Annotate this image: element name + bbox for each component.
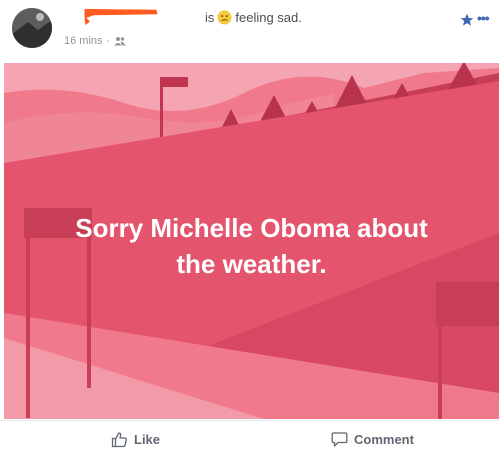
sad-face-icon xyxy=(217,10,232,25)
banner-line-1: Sorry Michelle Oboma about xyxy=(75,213,428,243)
friends-icon[interactable] xyxy=(114,36,126,46)
post-actions: Like Comment xyxy=(0,420,499,455)
status-suffix: is xyxy=(205,10,215,25)
timestamp[interactable]: 16 mins xyxy=(64,35,103,47)
banner-line-2: the weather. xyxy=(176,249,327,279)
comment-bubble-icon xyxy=(331,432,348,447)
thumbs-up-icon xyxy=(111,432,127,448)
comment-label: Comment xyxy=(354,432,414,447)
like-button[interactable]: Like xyxy=(111,431,160,448)
name-redaction xyxy=(84,8,158,26)
more-icon[interactable]: ••• xyxy=(477,11,490,25)
feeling-text: feeling sad. xyxy=(235,10,302,25)
meta-separator: · xyxy=(106,35,111,47)
post-header: is feeling sad. 16 mins · ••• xyxy=(0,0,499,62)
status-line: is feeling sad. xyxy=(205,10,302,25)
banner-message: Sorry Michelle Oboma about the weather. xyxy=(4,210,499,282)
comment-button[interactable]: Comment xyxy=(331,431,414,448)
like-label: Like xyxy=(134,432,161,447)
star-icon[interactable] xyxy=(460,13,474,27)
post-meta: 16 mins · xyxy=(64,35,126,47)
feeling-banner: Sorry Michelle Oboma about the weather. xyxy=(4,63,499,419)
